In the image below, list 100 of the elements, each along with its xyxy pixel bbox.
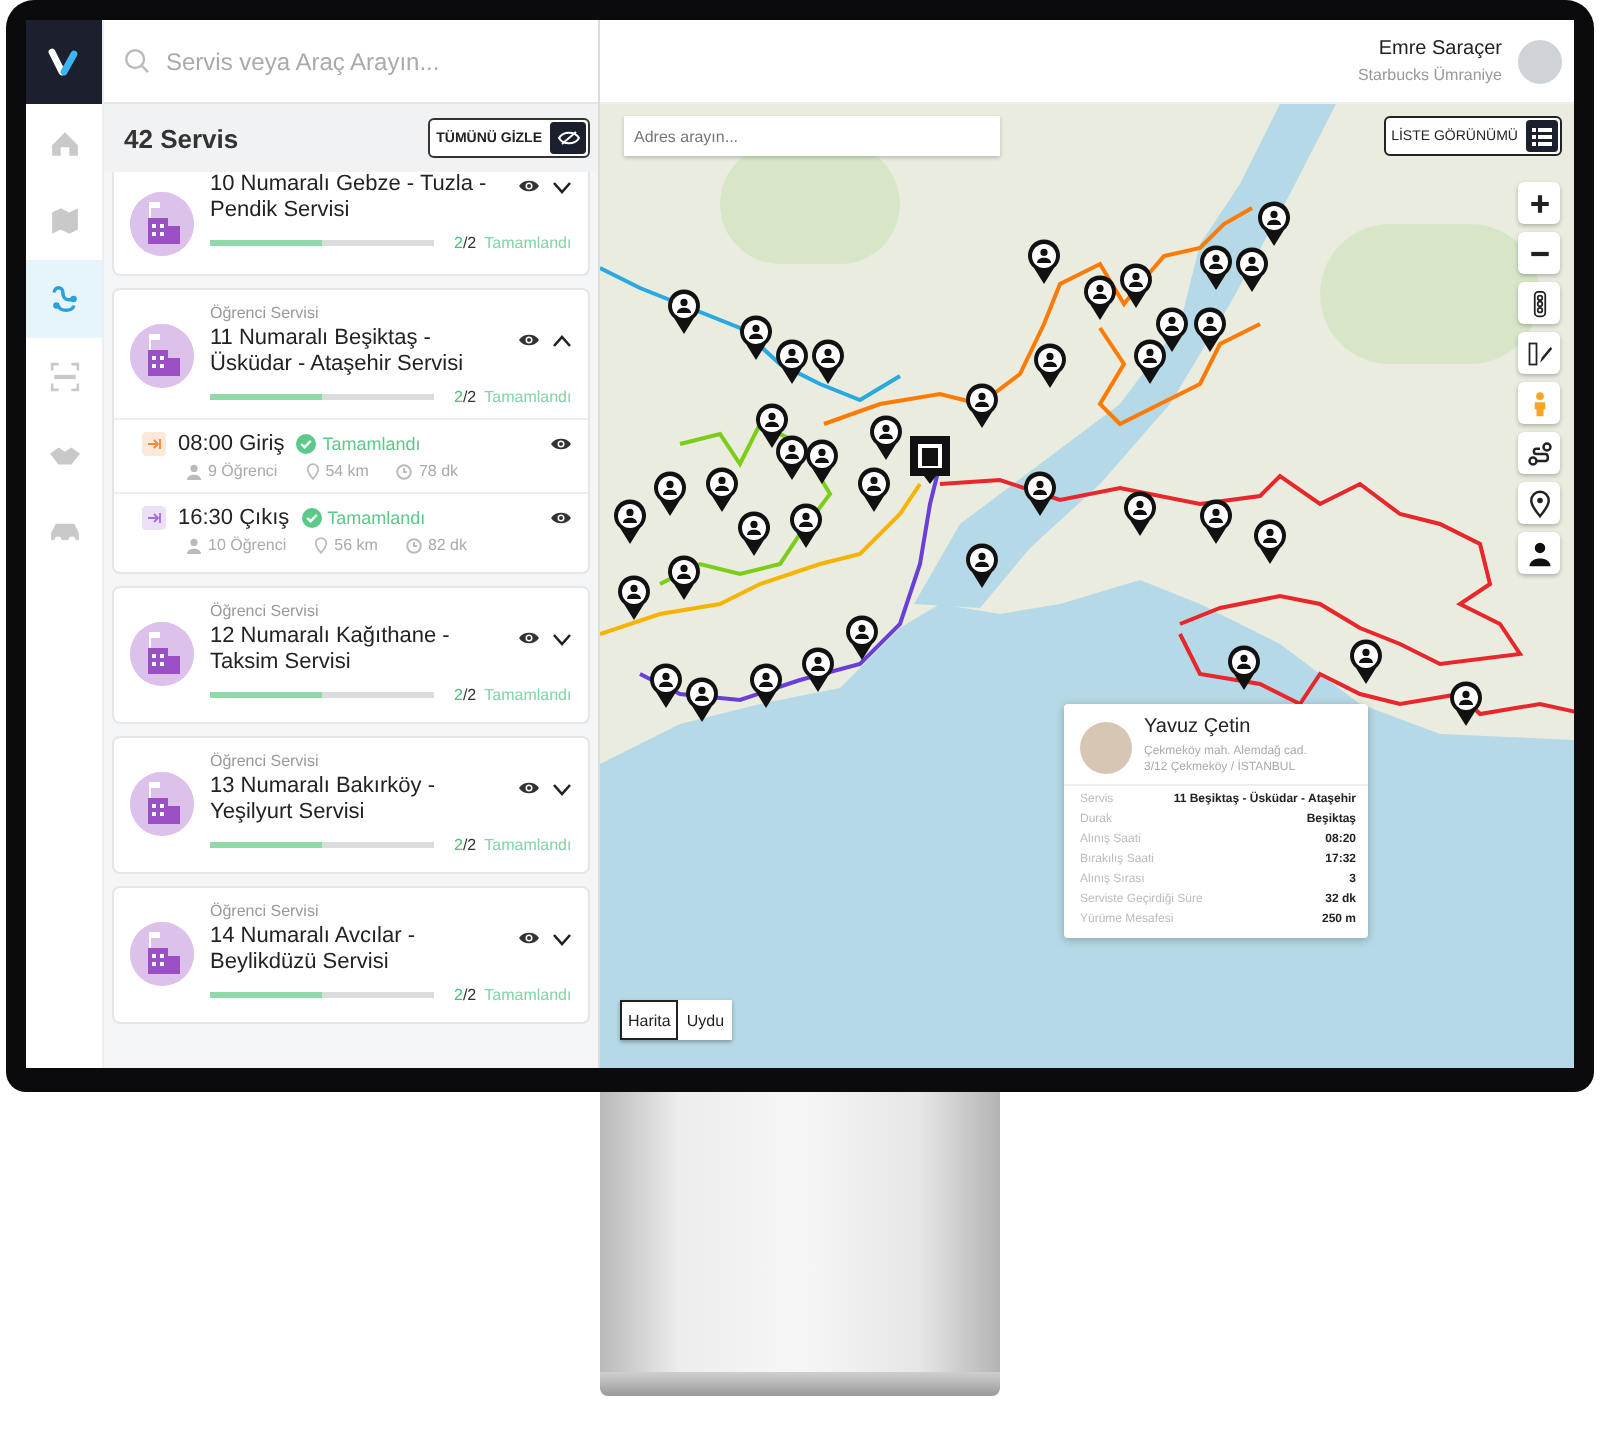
check-circle-icon (296, 434, 317, 454)
person-pin-icon (738, 511, 770, 556)
person-pin-icon (870, 415, 902, 460)
eye-icon[interactable] (550, 510, 572, 526)
status-label: Tamamlandı (484, 388, 572, 406)
school-building-icon (130, 622, 194, 686)
eye-icon[interactable] (518, 780, 540, 796)
eye-icon[interactable] (518, 630, 540, 646)
service-name: 14 Numaralı Avcılar - Beylikdüzü Servisi (210, 924, 418, 976)
person-pin-icon (1084, 275, 1116, 320)
person-pin-icon (756, 403, 788, 448)
map-type-tab[interactable]: Uydu (678, 1000, 733, 1040)
person-pin-icon (1156, 307, 1188, 352)
service-card[interactable]: Öğrenci Servisi 13 Numaralı Bakırköy - Yeşilyurt Servisi 2/2 Tamamlandı (112, 736, 590, 874)
car-icon (49, 522, 79, 544)
progress-count: 2/2 (454, 986, 477, 1004)
chevron-icon[interactable] (552, 333, 572, 347)
person-pin-icon (654, 471, 686, 516)
status-label: Tamamlandı (484, 836, 572, 854)
student-count: 9 Öğrenci (186, 462, 278, 480)
eye-icon[interactable] (518, 332, 540, 348)
search-icon (124, 48, 150, 74)
person-pin-icon (1450, 681, 1482, 726)
person-pin-icon (1258, 201, 1290, 246)
route-icon (49, 284, 79, 314)
person-icon[interactable] (1518, 532, 1560, 574)
person-pin-icon (1200, 499, 1232, 544)
service-card[interactable]: Öğrenci Servisi 14 Numaralı Avcılar - Beylikdüzü Servisi 2/2 Tamamlandı (112, 886, 590, 1024)
person-pin-icon (750, 663, 782, 708)
progress-count: 2/2 (454, 388, 477, 406)
traffic-light-icon[interactable] (1518, 282, 1560, 324)
service-name: 13 Numaralı Bakırköy - Yeşilyurt Servisi (210, 774, 437, 826)
person-pin-icon (790, 503, 822, 548)
person-pin-icon (966, 383, 998, 428)
location-pin-icon (314, 536, 329, 554)
service-name: 10 Numaralı Gebze - Tuzla - Pendik Servisi (210, 172, 489, 224)
eye-icon[interactable] (518, 930, 540, 946)
eye-slash-icon (557, 130, 579, 146)
service-type: Öğrenci Servisi (210, 602, 321, 620)
eye-icon[interactable] (518, 178, 540, 194)
chevron-icon[interactable] (552, 931, 572, 945)
status-label: Tamamlandı (484, 986, 572, 1004)
clock-icon (396, 463, 413, 479)
map-type-tab[interactable]: Harita (620, 1000, 679, 1040)
person-pin-icon (1120, 263, 1152, 308)
list-icon (1532, 127, 1552, 145)
service-type: Öğrenci Servisi (210, 902, 321, 920)
zoom-out-icon[interactable] (1518, 232, 1560, 274)
person-icon (186, 463, 202, 479)
person-pin-icon (1228, 645, 1260, 690)
photo-placeholder (1080, 722, 1132, 774)
person-pin-icon (740, 315, 772, 360)
trip-duration: 82 dk (405, 536, 468, 554)
person-pin-icon (1200, 245, 1232, 290)
person-pin-icon (858, 467, 890, 512)
map-view[interactable] (600, 104, 1574, 1068)
person-pin-icon (806, 439, 838, 484)
student-count: 10 Öğrenci (186, 536, 287, 554)
service-type: Öğrenci Servisi (210, 752, 321, 770)
ruler-pencil-icon[interactable] (1518, 332, 1560, 374)
person-pin-icon (618, 575, 650, 620)
progress-count: 2/2 (454, 234, 477, 252)
school-building-icon (130, 324, 194, 388)
home-icon (49, 128, 79, 158)
chevron-icon[interactable] (552, 631, 572, 645)
service-card[interactable]: 10 Numaralı Gebze - Tuzla - Pendik Servisi 2/2 Tamamlandı (112, 172, 590, 276)
chevron-icon[interactable] (552, 781, 572, 795)
service-type: Öğrenci Servisi (210, 304, 321, 322)
map-icon (49, 206, 79, 236)
chevron-icon[interactable] (552, 179, 572, 193)
search-bar[interactable]: Servis veya Araç Arayın... (104, 20, 598, 104)
address-search-field[interactable]: Adres arayın... (624, 116, 1000, 156)
route-icon[interactable] (1518, 432, 1560, 474)
trip-status: Tamamlandı (322, 434, 421, 454)
passenger-name: Yavuz Çetin (1144, 716, 1253, 738)
service-name: 12 Numaralı Kağıthane - Taksim Servisi (210, 624, 452, 676)
location-pin-icon (305, 462, 320, 480)
person-pin-icon (706, 467, 738, 512)
search-field[interactable]: Servis veya Araç Arayın... (162, 45, 550, 77)
zoom-in-icon[interactable] (1518, 182, 1560, 224)
school-pin-icon (910, 436, 950, 484)
clock-icon (405, 537, 422, 553)
service-card[interactable]: Öğrenci Servisi 12 Numaralı Kağıthane - Taksim Servisi 2/2 Tamamlandı (112, 586, 590, 724)
person-pin-icon (1254, 519, 1286, 564)
person-pin-icon (686, 677, 718, 722)
school-building-icon (130, 192, 194, 256)
person-pin-icon (614, 499, 646, 544)
location-pin-icon[interactable] (1518, 482, 1560, 524)
service-card[interactable]: Öğrenci Servisi 11 Numaralı Beşiktaş - Üsküdar - Ataşehir Servisi 2/2 Tamamlandı 08:00 Giriş Tamamlandı 9 Öğrenci 54 km 78 dk 16:30 Çıkış Tamamlandı 10 Öğrenci 56 km 82 dk (112, 288, 590, 574)
nav-item[interactable] (26, 260, 102, 338)
school-building-icon (130, 922, 194, 986)
trip-time: 08:00 Giriş (178, 432, 285, 456)
person-pin-icon (668, 289, 700, 334)
person-pin-icon (802, 647, 834, 692)
service-count-title: 42 Servis (124, 123, 239, 153)
eye-icon[interactable] (550, 436, 572, 452)
user-name: Emre Saraçer (1378, 38, 1502, 60)
person-pin-icon (1028, 239, 1060, 284)
trip-duration: 78 dk (396, 462, 459, 480)
person-pin-icon (1350, 639, 1382, 684)
